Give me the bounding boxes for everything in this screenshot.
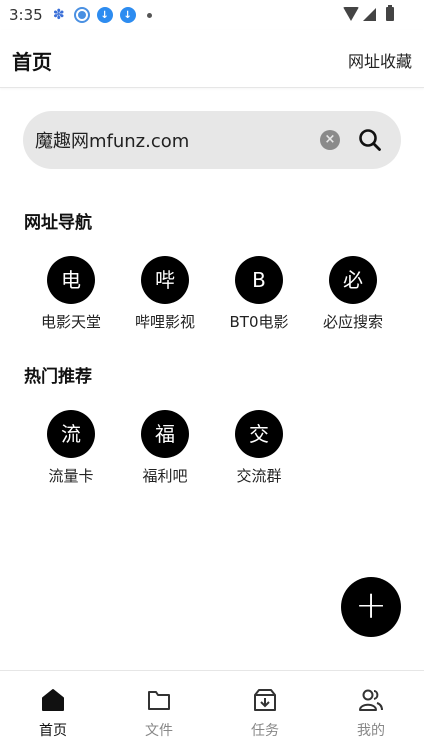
- nav-label: 任务: [251, 723, 279, 739]
- page-title: 首页: [12, 50, 52, 74]
- nav-label: 首页: [39, 723, 67, 739]
- site-icon: 必: [329, 256, 377, 304]
- site-item-bili[interactable]: 哔 哔哩影视: [118, 256, 212, 332]
- app-circle-icon: [73, 7, 90, 23]
- paw-icon: ✽: [52, 7, 65, 23]
- app-header: 首页 网址收藏: [0, 30, 424, 88]
- site-label: 电影天堂: [40, 313, 101, 331]
- search-input[interactable]: [35, 111, 315, 169]
- site-item-bing[interactable]: 必 必应搜索: [306, 256, 400, 332]
- folder-icon: [148, 691, 170, 710]
- status-time: 3:35: [9, 6, 43, 24]
- users-icon: [359, 689, 383, 711]
- clear-icon[interactable]: ×: [320, 130, 340, 150]
- nav-label: 我的: [357, 723, 385, 739]
- status-bar: 3:35 ✽ ↓ ↓: [0, 0, 424, 30]
- site-item-bt0[interactable]: B BT0电影: [212, 256, 306, 332]
- site-icon: 交: [235, 410, 283, 458]
- nav-home[interactable]: 首页: [0, 671, 106, 754]
- section-title-hot: 热门推荐: [24, 367, 92, 387]
- site-icon: 电: [47, 256, 95, 304]
- site-item-jiaoliuqun[interactable]: 交 交流群: [212, 410, 306, 486]
- site-item-liuliangka[interactable]: 流 流量卡: [24, 410, 118, 486]
- site-label: 交流群: [236, 467, 282, 485]
- site-icon: 福: [141, 410, 189, 458]
- site-icon: 流: [47, 410, 95, 458]
- add-button[interactable]: +: [341, 577, 401, 637]
- search-bar: ×: [23, 111, 401, 169]
- home-icon: [42, 689, 64, 711]
- site-item-dytt[interactable]: 电 电影天堂: [24, 256, 118, 332]
- system-indicators: [343, 5, 394, 21]
- nav-files[interactable]: 文件: [106, 671, 212, 754]
- wifi-icon: [343, 7, 359, 21]
- nav-label: 文件: [145, 723, 173, 739]
- download-notification-icon: ↓: [96, 7, 113, 23]
- site-label: 哔哩影视: [134, 313, 195, 331]
- site-icon: B: [235, 256, 283, 304]
- site-label: 福利吧: [142, 467, 188, 485]
- more-notifications-dot-icon: [146, 12, 152, 18]
- download-box-icon: [254, 689, 276, 711]
- battery-icon: [386, 5, 394, 21]
- site-label: 流量卡: [48, 467, 94, 485]
- signal-icon: [363, 7, 376, 21]
- download-notification-icon-2: ↓: [119, 7, 136, 23]
- site-icon: 哔: [141, 256, 189, 304]
- bottom-nav: 首页 文件 任务 我的: [0, 670, 424, 754]
- bookmarks-link[interactable]: 网址收藏: [348, 48, 412, 72]
- nav-profile[interactable]: 我的: [318, 671, 424, 754]
- site-label: BT0电影: [229, 313, 289, 331]
- site-label: 必应搜索: [322, 313, 383, 331]
- section-title-nav: 网址导航: [24, 213, 92, 233]
- nav-tasks[interactable]: 任务: [212, 671, 318, 754]
- search-icon[interactable]: [358, 128, 382, 152]
- site-item-fuliba[interactable]: 福 福利吧: [118, 410, 212, 486]
